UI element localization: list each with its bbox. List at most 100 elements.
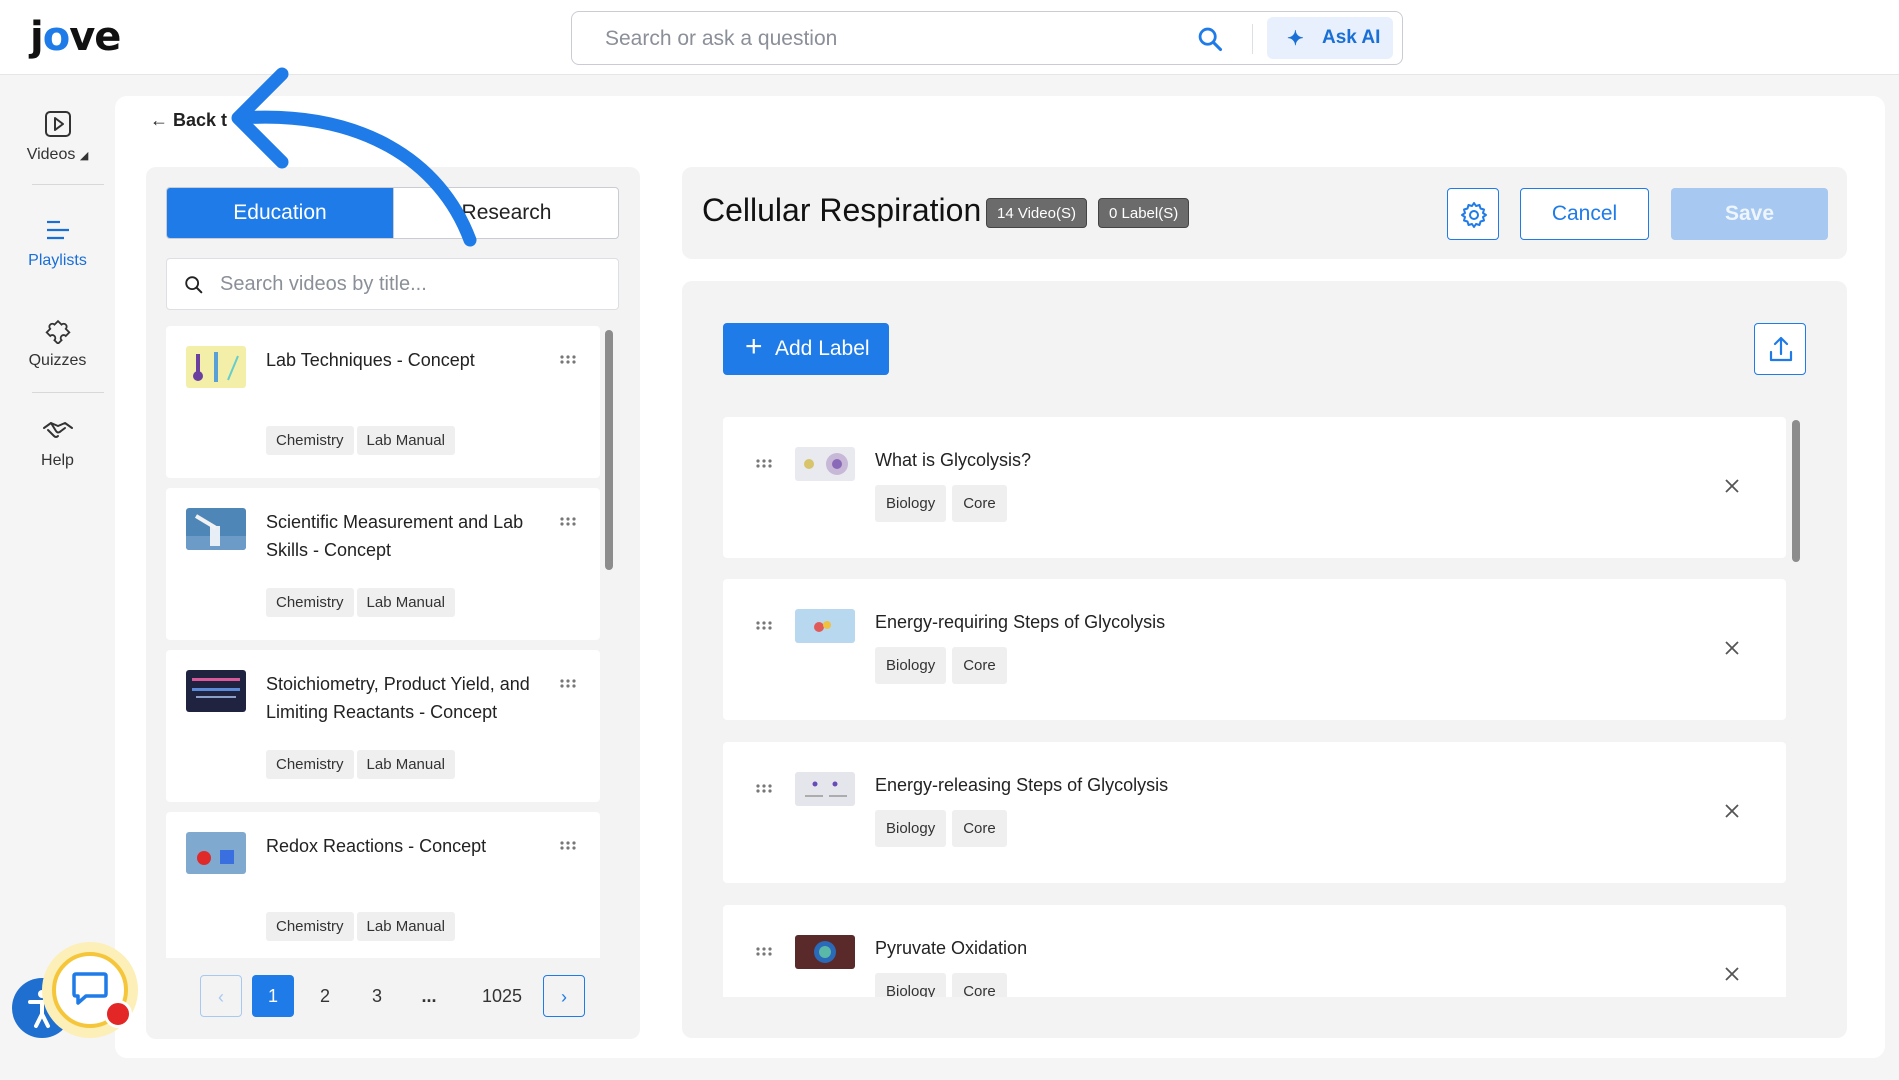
upload-icon <box>1769 336 1793 362</box>
nav-item-playlists[interactable]: Playlists <box>0 216 115 270</box>
tag-badge: Lab Manual <box>356 912 455 941</box>
playlist-item-title: Energy-requiring Steps of Glycolysis <box>875 612 1166 632</box>
close-icon[interactable] <box>1723 477 1741 495</box>
tab-education[interactable]: Education <box>167 188 393 238</box>
top-bar: jove Search or ask a question ✦ Ask AI <box>0 0 1899 75</box>
drag-handle-icon[interactable] <box>559 516 577 526</box>
video-card[interactable]: Scientific Measurement and Lab Skills - … <box>166 488 600 640</box>
video-list: Lab Techniques - Concept Chemistry Lab Ma… <box>166 326 600 958</box>
global-search-bar[interactable]: Search or ask a question ✦ Ask AI <box>571 11 1403 65</box>
cancel-button[interactable]: Cancel <box>1520 188 1649 240</box>
drag-handle-icon[interactable] <box>755 620 773 630</box>
nav-item-videos[interactable]: Videos ◢ <box>0 110 115 164</box>
save-button[interactable]: Save <box>1671 188 1828 240</box>
next-page-button[interactable]: › <box>543 975 585 1017</box>
drag-handle-icon[interactable] <box>559 840 577 850</box>
nav-help-label: Help <box>41 452 74 469</box>
settings-button[interactable] <box>1447 188 1499 240</box>
tag-badge: Chemistry <box>266 426 354 455</box>
video-tags: Chemistry Lab Manual <box>266 588 458 617</box>
page-1-button[interactable]: 1 <box>252 975 294 1017</box>
playlist-scrollbar[interactable] <box>1792 420 1800 562</box>
play-icon <box>44 111 71 137</box>
video-title: Scientific Measurement and Lab Skills - … <box>266 512 524 560</box>
add-label-button[interactable]: + Add Label <box>723 323 889 375</box>
ask-ai-button[interactable]: ✦ Ask AI <box>1267 17 1393 59</box>
label-count-badge: 0 Label(S) <box>1098 198 1190 228</box>
handshake-icon <box>42 422 73 438</box>
back-link[interactable]: ← Back t <box>150 110 227 131</box>
video-card[interactable]: Lab Techniques - Concept Chemistry Lab Ma… <box>166 326 600 478</box>
drag-handle-icon[interactable] <box>559 354 577 364</box>
tag-badge: Lab Manual <box>356 750 455 779</box>
puzzle-icon <box>44 319 71 344</box>
video-search-placeholder: Search videos by title... <box>220 273 427 295</box>
page-ellipsis: ... <box>421 986 437 1006</box>
video-thumbnail <box>186 346 246 388</box>
tag-badge: Core <box>952 973 1007 997</box>
video-thumbnail <box>186 508 246 550</box>
playlist-item[interactable]: Energy-releasing Steps of Glycolysis Bio… <box>723 742 1786 883</box>
video-title: Redox Reactions - Concept <box>266 836 487 856</box>
playlist-item-title: Pyruvate Oxidation <box>875 938 1028 958</box>
sparkle-icon: ✦ <box>1287 28 1304 50</box>
nav-playlists-label: Playlists <box>28 252 87 269</box>
search-divider <box>1252 24 1253 54</box>
video-card[interactable]: Redox Reactions - Concept Chemistry Lab M… <box>166 812 600 958</box>
video-thumbnail <box>795 772 855 806</box>
playlist-items: What is Glycolysis? Biology Core Energy-r… <box>723 417 1787 997</box>
tag-badge: Biology <box>875 973 947 997</box>
tag-badge: Core <box>952 810 1007 847</box>
plus-icon: + <box>745 330 763 363</box>
prev-page-button[interactable]: ‹ <box>200 975 242 1017</box>
playlist-item[interactable]: Pyruvate Oxidation Biology Core <box>723 905 1786 997</box>
tag-badge: Biology <box>875 810 947 847</box>
video-tags: Chemistry Lab Manual <box>266 426 458 455</box>
playlist-item-tags: Biology Core <box>875 485 1013 522</box>
page-2-button[interactable]: 2 <box>304 975 346 1017</box>
playlist-item[interactable]: Energy-requiring Steps of Glycolysis Bio… <box>723 579 1786 720</box>
video-title: Lab Techniques - Concept <box>266 350 475 370</box>
search-icon[interactable] <box>1196 25 1224 53</box>
video-tags: Chemistry Lab Manual <box>266 750 458 779</box>
close-icon[interactable] <box>1723 965 1741 983</box>
drag-handle-icon[interactable] <box>755 783 773 793</box>
notification-dot <box>104 1000 132 1028</box>
close-icon[interactable] <box>1723 639 1741 657</box>
page-last-button[interactable]: 1025 <box>462 975 542 1017</box>
nav-quizzes-label: Quizzes <box>28 352 87 369</box>
playlist-item-tags: Biology Core <box>875 810 1013 847</box>
tag-badge: Chemistry <box>266 750 354 779</box>
arrow-left-icon: ← <box>150 110 168 130</box>
video-title: Stoichiometry, Product Yield, and Limiti… <box>266 674 530 722</box>
video-list-scrollbar[interactable] <box>605 330 613 570</box>
close-icon[interactable] <box>1723 802 1741 820</box>
tag-badge: Core <box>952 647 1007 684</box>
page-3-button[interactable]: 3 <box>356 975 398 1017</box>
tag-badge: Lab Manual <box>356 426 455 455</box>
video-card[interactable]: Stoichiometry, Product Yield, and Limiti… <box>166 650 600 802</box>
video-tags: Chemistry Lab Manual <box>266 912 458 941</box>
export-button[interactable] <box>1754 323 1806 375</box>
jove-logo[interactable]: jove <box>30 14 121 60</box>
nav-videos-label: Videos <box>26 146 76 163</box>
drag-handle-icon[interactable] <box>755 946 773 956</box>
nav-divider <box>32 184 104 185</box>
back-label: Back t <box>173 110 228 130</box>
video-thumbnail <box>795 609 855 643</box>
nav-item-help[interactable]: Help <box>0 416 115 470</box>
drag-handle-icon[interactable] <box>755 458 773 468</box>
tab-research[interactable]: Research <box>393 188 618 238</box>
playlist-item-title: What is Glycolysis? <box>875 450 1032 470</box>
add-label-text: Add Label <box>775 337 870 360</box>
drag-handle-icon[interactable] <box>559 678 577 688</box>
tag-badge: Biology <box>875 647 947 684</box>
tag-badge: Chemistry <box>266 912 354 941</box>
playlist-title: Cellular Respiration <box>702 192 982 228</box>
playlist-item[interactable]: What is Glycolysis? Biology Core <box>723 417 1786 558</box>
video-thumbnail <box>795 935 855 969</box>
chat-icon <box>72 972 108 1005</box>
global-search-placeholder: Search or ask a question <box>605 27 838 50</box>
video-search-input[interactable]: Search videos by title... <box>166 258 619 310</box>
nav-item-quizzes[interactable]: Quizzes <box>0 314 115 370</box>
